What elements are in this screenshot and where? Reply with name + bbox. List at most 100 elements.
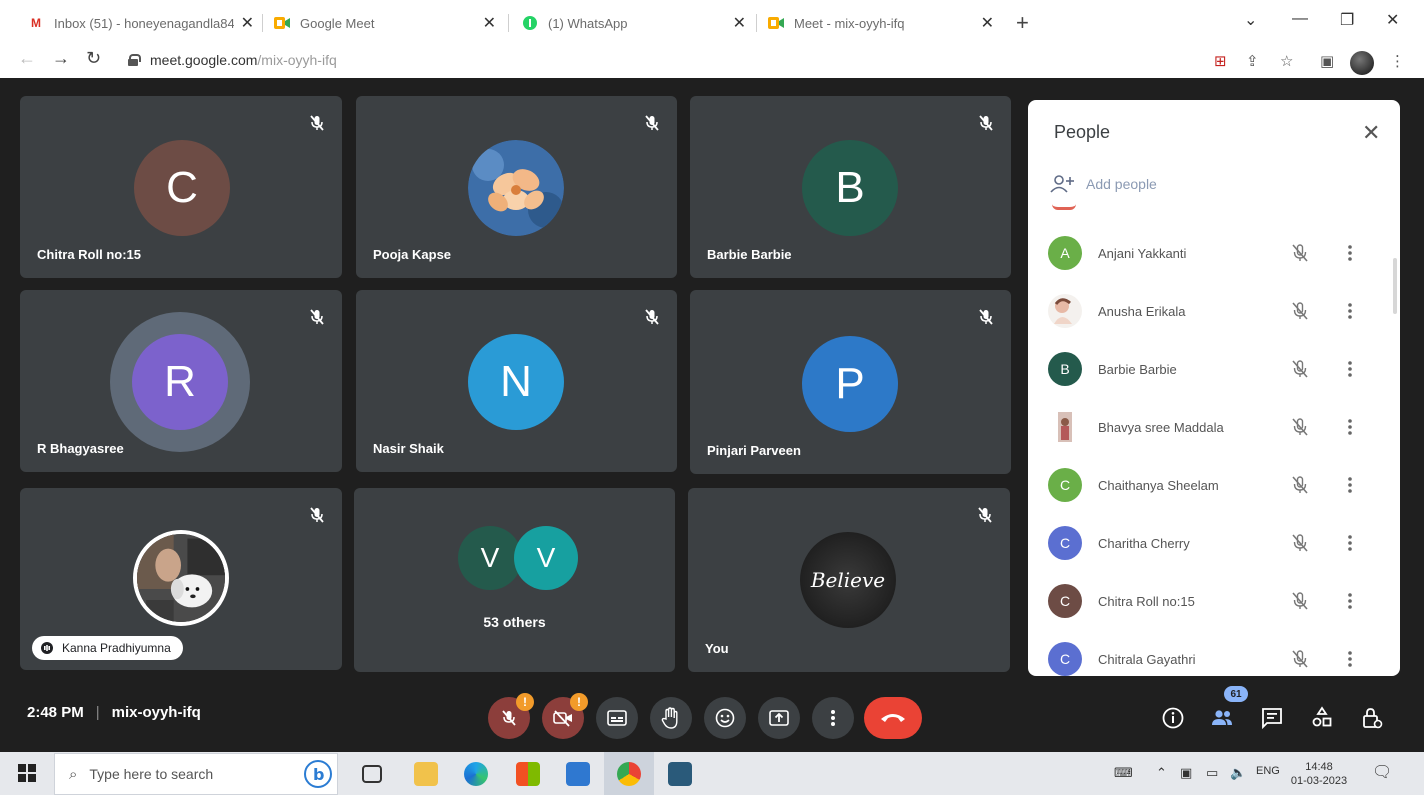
people-icon[interactable] [1210,706,1234,730]
reactions-button[interactable] [704,697,746,739]
mic-off-icon [1292,650,1308,668]
back-arrow-icon[interactable]: ← [18,48,36,69]
mail-icon[interactable] [566,762,590,786]
edge-icon[interactable] [464,762,488,786]
forward-arrow-icon[interactable]: → [52,48,70,69]
participant-tile[interactable]: Pooja Kapse [356,96,677,278]
side-panel-icon[interactable]: ▣ [1320,52,1334,70]
tab-title: Meet - mix-oyyh-ifq [794,15,905,31]
taskbar-clock[interactable]: 14:48 01-03-2023 [1290,760,1348,788]
close-tab-icon[interactable]: ✕ [733,13,746,33]
participant-avatar: N [468,334,564,430]
battery-icon[interactable]: ▭ [1206,765,1218,781]
participant-name: Nasir Shaik [373,441,444,456]
participant-tile[interactable]: C Chitra Roll no:15 [20,96,342,278]
tab-google-meet[interactable]: Google Meet ✕ [274,8,496,38]
people-list-item[interactable]: C Charitha Cherry [1028,518,1400,568]
close-tab-icon[interactable]: ✕ [981,13,994,33]
taskbar-search-input[interactable]: ⌕ Type here to search b [54,753,338,795]
tab-gmail[interactable]: M Inbox (51) - honeyenagandla84 ✕ [28,8,254,38]
participant-name: R Bhagyasree [37,441,124,456]
app-icon[interactable] [668,762,692,786]
meet-control-bar: 2:48 PM | mix-oyyh-ifq ! ! 61 [0,678,1424,752]
chat-icon[interactable] [1260,706,1284,730]
bookmark-star-icon[interactable]: ☆ [1280,52,1293,70]
people-list-item[interactable]: Bhavya sree Maddala [1028,402,1400,452]
mic-off-icon [979,309,993,325]
profile-avatar[interactable] [1350,51,1374,75]
chrome-taskbar-active[interactable] [604,752,654,795]
participant-name: Pinjari Parveen [707,443,801,458]
participant-tile[interactable]: B Barbie Barbie [690,96,1011,278]
people-list-item[interactable]: C Chitrala Gayathri [1028,634,1400,676]
add-people-button[interactable]: Add people [1050,174,1157,194]
notifications-icon[interactable]: 🗨 [1372,762,1392,782]
new-tab-button[interactable]: + [1016,10,1029,36]
more-options-icon[interactable] [1344,591,1356,611]
more-options-button[interactable] [812,697,854,739]
more-options-icon[interactable] [1344,649,1356,669]
more-options-icon[interactable] [1344,359,1356,379]
people-list-item[interactable]: Anusha Erikala [1028,286,1400,336]
tab-meet-active[interactable]: Meet - mix-oyyh-ifq ✕ [768,8,994,38]
microphone-button[interactable]: ! [488,693,534,739]
participant-name: Pooja Kapse [373,247,452,262]
store-icon[interactable] [516,762,540,786]
more-options-icon[interactable] [1344,243,1356,263]
warning-badge: ! [516,693,534,711]
keyboard-icon[interactable]: ⌨ [1114,765,1133,781]
tab-search-chevron-icon[interactable]: ⌄ [1244,10,1257,30]
person-name: Barbie Barbie [1098,361,1177,377]
task-view-icon[interactable] [362,765,382,783]
people-list-item[interactable]: B Barbie Barbie [1028,344,1400,394]
captions-button[interactable] [596,697,638,739]
share-icon[interactable]: ⇪ [1246,52,1259,70]
tab-divider [756,14,757,32]
more-options-icon[interactable] [1344,533,1356,553]
participant-tile-speaking[interactable]: R R Bhagyasree [20,290,342,472]
volume-icon[interactable]: 🔈 [1230,765,1246,781]
host-controls-lock-icon[interactable] [1360,706,1384,730]
activities-icon[interactable] [1310,706,1334,730]
url-field[interactable]: meet.google.com/mix-oyyh-ifq [128,52,337,68]
participant-tile[interactable]: Kanna Pradhiyumna [20,488,342,670]
show-hidden-icons-chevron[interactable]: ⌃ [1156,765,1167,781]
meeting-details-info-icon[interactable] [1161,706,1185,730]
more-options-icon[interactable] [1344,301,1356,321]
url-host: meet.google.com [150,52,258,68]
minimize-icon[interactable]: — [1292,10,1308,28]
close-tab-icon[interactable]: ✕ [483,13,496,33]
leave-call-button[interactable] [864,697,922,739]
more-options-icon[interactable] [1344,417,1356,437]
others-tile[interactable]: V V 53 others [354,488,675,672]
tab-whatsapp[interactable]: (1) WhatsApp ✕ [522,8,746,38]
mic-off-icon [645,115,659,131]
close-panel-icon[interactable]: ✕ [1362,120,1380,146]
meet-now-icon[interactable]: ▣ [1180,765,1192,781]
self-tile[interactable]: Believe You [688,488,1010,672]
reload-icon[interactable]: ↻ [86,48,101,69]
participant-name: Kanna Pradhiyumna [62,641,171,655]
restore-icon[interactable]: ❐ [1340,10,1354,30]
participant-tile[interactable]: N Nasir Shaik [356,290,677,472]
camera-button[interactable]: ! [542,693,588,739]
language-indicator[interactable]: ENG [1256,765,1280,777]
people-list-item[interactable]: C Chaithanya Sheelam [1028,460,1400,510]
close-tab-icon[interactable]: ✕ [241,13,254,33]
windows-start-icon[interactable] [18,764,36,782]
mic-off-icon [502,710,516,726]
people-list-item[interactable]: C Chitra Roll no:15 [1028,576,1400,626]
more-options-icon[interactable] [1344,475,1356,495]
translate-icon[interactable]: ⊞ [1214,52,1227,70]
people-scrollbar[interactable] [1393,258,1397,314]
people-list-item[interactable]: A Anjani Yakkanti [1028,228,1400,278]
people-panel-title: People [1054,122,1111,142]
raise-hand-button[interactable] [650,697,692,739]
file-explorer-icon[interactable] [414,762,438,786]
flower-photo-avatar [468,140,564,236]
present-screen-button[interactable] [758,697,800,739]
window-close-icon[interactable]: ✕ [1386,10,1399,30]
participant-tile[interactable]: P Pinjari Parveen [690,290,1011,474]
browser-menu-icon[interactable]: ⋮ [1390,52,1405,70]
hand-icon [661,707,678,729]
